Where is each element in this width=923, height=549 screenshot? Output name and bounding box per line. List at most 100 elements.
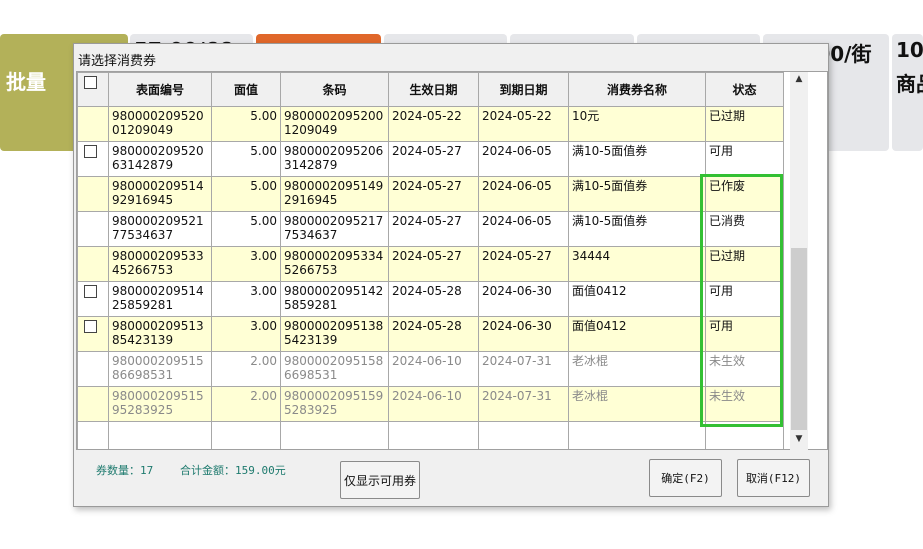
barcode-cell: 98000020952177534637 <box>280 211 389 247</box>
col-header-value[interactable]: 面值 <box>211 72 281 107</box>
vertical-scrollbar[interactable]: ▲ ▼ <box>790 72 808 450</box>
coupon-table: 表面编号 面值 条码 生效日期 到期日期 消费券名称 状态 9800002095… <box>77 72 784 449</box>
row-checkbox[interactable] <box>84 320 97 333</box>
face-no-cell: 98000020951425859281 <box>108 281 212 317</box>
barcode-cell: 98000020951595283925 <box>280 386 389 422</box>
table-row[interactable]: 98000020951586698531 2.00 9800002095158669… <box>77 351 784 387</box>
col-header-coupon-name[interactable]: 消费券名称 <box>568 72 706 107</box>
value-cell: 3.00 <box>211 281 281 317</box>
price-tile[interactable]: 10. 商品 <box>892 34 923 151</box>
select-all-cell <box>77 72 109 107</box>
start-date-cell: 2024-05-27 <box>388 176 479 212</box>
status-cell: 已过期 <box>705 246 784 282</box>
end-date-cell: 2024-07-31 <box>478 386 569 422</box>
value-cell: 3.00 <box>211 316 281 352</box>
row-select-cell <box>77 386 109 422</box>
price-tile-line1: 10. <box>896 38 923 62</box>
start-date-cell: 2024-05-27 <box>388 141 479 177</box>
barcode-cell: 98000020953345266753 <box>280 246 389 282</box>
coupon-name-cell: 面值0412 <box>568 316 706 352</box>
coupon-name-cell: 34444 <box>568 246 706 282</box>
barcode-cell: 98000020952063142879 <box>280 141 389 177</box>
value-cell: 3.00 <box>211 246 281 282</box>
face-no-cell: 98000020953345266753 <box>108 246 212 282</box>
end-date-cell: 2024-06-30 <box>478 281 569 317</box>
coupon-name-cell: 老冰棍 <box>568 386 706 422</box>
value-cell: 2.00 <box>211 386 281 422</box>
start-date-cell: 2024-05-27 <box>388 246 479 282</box>
face-no-cell: 98000020952001209049 <box>108 106 212 142</box>
table-row[interactable]: 98000020951425859281 3.00 9800002095142585… <box>77 281 784 317</box>
col-header-end-date[interactable]: 到期日期 <box>478 72 569 107</box>
end-date-cell: 2024-06-05 <box>478 211 569 247</box>
coupon-count: 券数量：17 <box>96 464 154 477</box>
value-cell: 5.00 <box>211 211 281 247</box>
coupon-grid: 表面编号 面值 条码 生效日期 到期日期 消费券名称 状态 9800002095… <box>76 71 828 450</box>
status-cell: 可用 <box>705 281 784 317</box>
empty-cell <box>211 421 281 449</box>
end-date-cell: 2024-06-30 <box>478 316 569 352</box>
end-date-cell: 2024-05-27 <box>478 246 569 282</box>
scroll-down-icon[interactable]: ▼ <box>790 434 808 444</box>
coupon-select-dialog: 请选择消费券 表面编号 面值 条码 生效日期 到期日期 消费券名称 状态 980… <box>73 43 829 507</box>
row-select-cell <box>77 316 109 352</box>
table-row[interactable]: 98000020952063142879 5.00 9800002095206314… <box>77 141 784 177</box>
select-all-checkbox[interactable] <box>84 76 97 89</box>
start-date-cell: 2024-05-27 <box>388 211 479 247</box>
empty-cell <box>388 421 479 449</box>
empty-row <box>77 421 784 449</box>
face-no-cell: 98000020951385423139 <box>108 316 212 352</box>
status-cell: 未生效 <box>705 351 784 387</box>
table-row[interactable]: 98000020952001209049 5.00 9800002095200120… <box>77 106 784 142</box>
table-row[interactable]: 98000020951492916945 5.00 9800002095149291… <box>77 176 784 212</box>
status-cell: 已作废 <box>705 176 784 212</box>
status-cell: 已过期 <box>705 106 784 142</box>
col-header-face-no[interactable]: 表面编号 <box>108 72 212 107</box>
status-cell: 未生效 <box>705 386 784 422</box>
empty-cell <box>705 421 784 449</box>
empty-cell <box>568 421 706 449</box>
barcode-cell: 98000020951492916945 <box>280 176 389 212</box>
scroll-up-icon[interactable]: ▲ <box>790 74 808 84</box>
value-cell: 5.00 <box>211 106 281 142</box>
table-row[interactable]: 98000020951595283925 2.00 9800002095159528… <box>77 386 784 422</box>
coupon-name-cell: 满10-5面值券 <box>568 176 706 212</box>
face-no-cell: 98000020951492916945 <box>108 176 212 212</box>
table-row[interactable]: 98000020952177534637 5.00 9800002095217753… <box>77 211 784 247</box>
scrollbar-thumb[interactable] <box>791 248 807 430</box>
value-cell: 5.00 <box>211 176 281 212</box>
confirm-button[interactable]: 确定(F2) <box>649 459 722 497</box>
status-cell: 可用 <box>705 316 784 352</box>
only-available-button[interactable]: 仅显示可用券 <box>340 461 420 499</box>
row-select-cell <box>77 106 109 142</box>
start-date-cell: 2024-05-22 <box>388 106 479 142</box>
value-cell: 5.00 <box>211 141 281 177</box>
row-select-cell <box>77 246 109 282</box>
row-checkbox[interactable] <box>84 285 97 298</box>
barcode-cell: 98000020951586698531 <box>280 351 389 387</box>
start-date-cell: 2024-06-10 <box>388 351 479 387</box>
barcode-cell: 98000020951385423139 <box>280 316 389 352</box>
end-date-cell: 2024-05-22 <box>478 106 569 142</box>
cancel-button[interactable]: 取消(F12) <box>737 459 810 497</box>
total-amount: 合计金额：159.00元 <box>180 464 286 477</box>
header-row: 表面编号 面值 条码 生效日期 到期日期 消费券名称 状态 <box>77 72 784 107</box>
start-date-cell: 2024-05-28 <box>388 316 479 352</box>
table-row[interactable]: 98000020953345266753 3.00 9800002095334526… <box>77 246 784 282</box>
col-header-status[interactable]: 状态 <box>705 72 784 107</box>
coupon-name-cell: 10元 <box>568 106 706 142</box>
end-date-cell: 2024-06-05 <box>478 141 569 177</box>
value-cell: 2.00 <box>211 351 281 387</box>
dialog-title: 请选择消费券 <box>78 54 157 69</box>
start-date-cell: 2024-06-10 <box>388 386 479 422</box>
face-no-cell: 98000020952063142879 <box>108 141 212 177</box>
col-header-start-date[interactable]: 生效日期 <box>388 72 479 107</box>
col-header-barcode[interactable]: 条码 <box>280 72 389 107</box>
empty-cell <box>77 421 109 449</box>
row-checkbox[interactable] <box>84 145 97 158</box>
row-select-cell <box>77 351 109 387</box>
table-row[interactable]: 98000020951385423139 3.00 9800002095138542… <box>77 316 784 352</box>
status-cell: 已消费 <box>705 211 784 247</box>
face-no-cell: 98000020951586698531 <box>108 351 212 387</box>
price-tile-line2: 商品 <box>896 72 923 96</box>
